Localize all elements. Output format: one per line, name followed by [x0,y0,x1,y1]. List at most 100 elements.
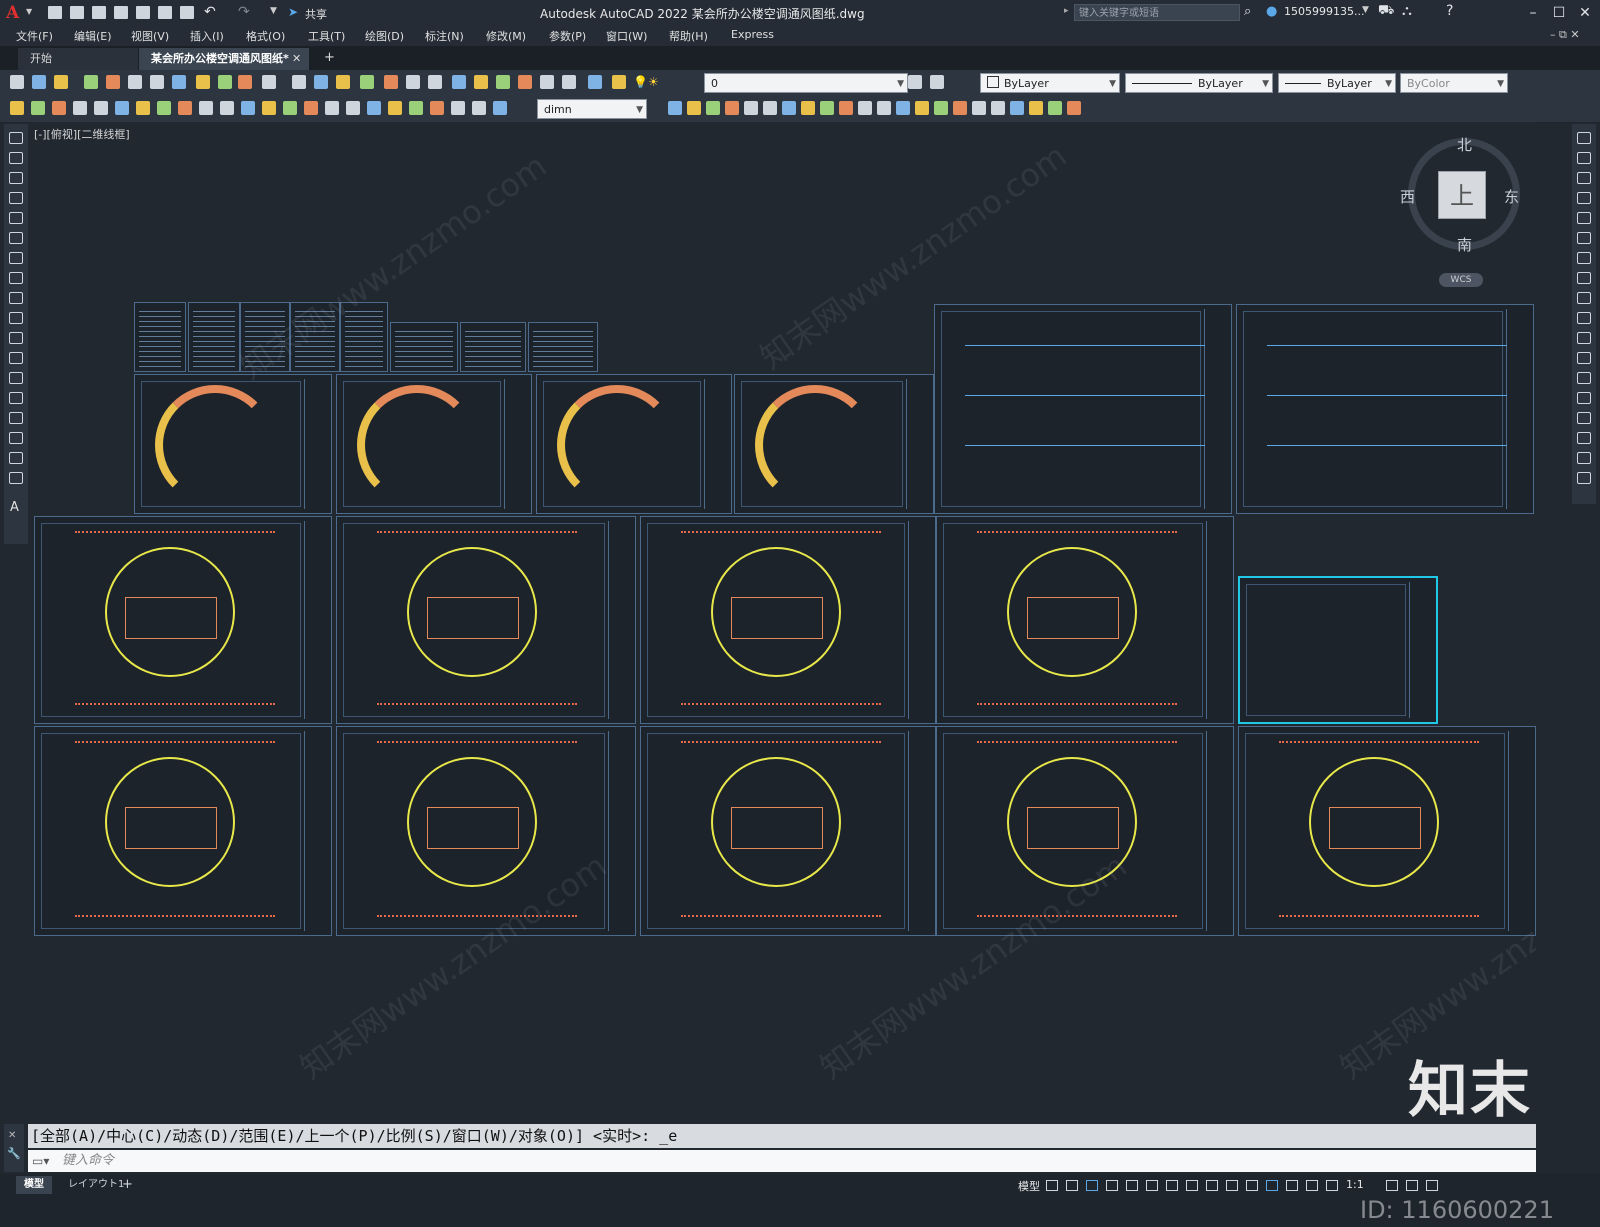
tab-start[interactable]: 开始 [18,48,138,70]
menu-help[interactable]: 帮助(H) [669,28,708,44]
status-toggle-icon[interactable] [1046,1180,1058,1191]
status-toggle-icon[interactable] [1106,1180,1118,1191]
modify-tool-icon[interactable] [1029,101,1043,115]
drawing-sheet[interactable] [290,302,340,372]
status-toggle-icon[interactable] [1406,1180,1418,1191]
modify-tool-icon[interactable] [858,101,872,115]
linetype-dropdown[interactable]: ByLayer ▼ [1125,73,1273,93]
status-toggle-icon[interactable] [1266,1180,1278,1191]
drawing-sheet[interactable] [936,726,1234,936]
toolbar-tool-icon[interactable] [406,75,420,89]
modify-tool-icon[interactable] [725,101,739,115]
toolbar-tool-icon[interactable] [262,75,276,89]
modify-tool-icon[interactable] [782,101,796,115]
redo-icon[interactable]: ↷ [238,4,250,20]
status-toggle-icon[interactable] [1206,1180,1218,1191]
toolbar-tool-icon[interactable] [518,75,532,89]
toolbar-tool-icon[interactable] [360,75,374,89]
tab-model[interactable]: 模型 [16,1176,52,1194]
dimension-tool-icon[interactable] [10,101,24,115]
dimension-tool-icon[interactable] [31,101,45,115]
annotation-scale[interactable]: 1:1 [1346,1178,1364,1191]
toolbar-tool-icon[interactable] [474,75,488,89]
menu-express[interactable]: Express [731,28,774,41]
drawing-sheet[interactable] [528,322,598,372]
save-web-icon[interactable] [158,6,172,19]
status-toggle-icon[interactable] [1166,1180,1178,1191]
modify-tool-icon[interactable] [839,101,853,115]
drawing-sheet[interactable] [390,322,458,372]
modify-tool-icon[interactable] [1048,101,1062,115]
status-toggle-icon[interactable] [1246,1180,1258,1191]
toolbar-tool-icon[interactable] [384,75,398,89]
modify-tool-icon[interactable] [820,101,834,115]
lineweight-dropdown[interactable]: ByLayer ▼ [1278,73,1396,93]
toolbar-tool-icon[interactable] [540,75,554,89]
toolbar-tool-icon[interactable] [452,75,466,89]
dimension-tool-icon[interactable] [304,101,318,115]
draw-tool-icon[interactable] [9,192,23,204]
modify-tool-icon[interactable] [1577,312,1591,324]
menu-edit[interactable]: 编辑(E) [74,28,112,44]
modify-tool-icon[interactable] [687,101,701,115]
command-prompt-icon[interactable]: ▭▾ [32,1150,49,1172]
wrench-icon[interactable]: 🔧 [7,1147,24,1160]
status-toggle-icon[interactable] [1066,1180,1078,1191]
new-tab-icon[interactable]: + [324,50,335,65]
menu-format[interactable]: 格式(O) [246,28,285,44]
dimension-tool-icon[interactable] [367,101,381,115]
toolbar-tool-icon[interactable] [196,75,210,89]
drawing-sheet[interactable] [936,516,1234,724]
drawing-sheet[interactable] [460,322,526,372]
app-menu-chevron-icon[interactable]: ▼ [26,7,32,16]
text-tool-icon[interactable]: A [10,500,19,515]
tab-drawing[interactable]: 某会所办公楼空调通风图纸* [139,48,309,70]
dimension-tool-icon[interactable] [157,101,171,115]
close-tab-icon[interactable]: ✕ [292,52,301,65]
draw-tool-icon[interactable] [9,452,23,464]
draw-tool-icon[interactable] [9,432,23,444]
menu-insert[interactable]: 插入(I) [190,28,224,44]
dimension-tool-icon[interactable] [346,101,360,115]
draw-tool-icon[interactable] [9,252,23,264]
menu-parametric[interactable]: 参数(P) [549,28,586,44]
drawing-sheet[interactable] [340,302,388,372]
toolbar-tool-icon[interactable] [336,75,350,89]
status-toggle-icon[interactable] [1426,1180,1438,1191]
menu-tools[interactable]: 工具(T) [308,28,345,44]
status-toggle-icon[interactable] [1306,1180,1318,1191]
undo-icon[interactable]: ↶ [204,4,216,20]
command-line[interactable]: ▭▾ 键入命令 [28,1150,1536,1172]
dimension-tool-icon[interactable] [115,101,129,115]
dimension-tool-icon[interactable] [493,101,507,115]
drawing-sheet[interactable] [188,302,240,372]
toolbar-tool-icon[interactable] [172,75,186,89]
layer-tool-icon[interactable] [930,75,944,89]
dimension-tool-icon[interactable] [94,101,108,115]
command-grip[interactable]: ✕ 🔧 [4,1124,24,1172]
modify-tool-icon[interactable] [1577,292,1591,304]
toolbar-tool-icon[interactable] [106,75,120,89]
toolbar-tool-icon[interactable] [128,75,142,89]
dimension-tool-icon[interactable] [451,101,465,115]
menu-window[interactable]: 窗口(W) [606,28,647,44]
dimension-tool-icon[interactable] [325,101,339,115]
draw-tool-icon[interactable] [9,212,23,224]
dimension-tool-icon[interactable] [409,101,423,115]
share-icon[interactable]: ➤ [288,5,298,19]
open-file-icon[interactable] [70,6,84,19]
layer-tool-icon[interactable] [908,75,922,89]
close-window-icon[interactable]: ✕ [1574,3,1596,23]
drawing-sheet[interactable] [134,302,186,372]
autodesk-app-icon[interactable]: ⛬ [1402,3,1412,19]
draw-tool-icon[interactable] [9,472,23,484]
drawing-sheet[interactable] [734,374,934,514]
modify-tool-icon[interactable] [877,101,891,115]
modify-tool-icon[interactable] [1577,332,1591,344]
compass-east[interactable]: 东 [1504,186,1519,207]
color-dropdown[interactable]: ByLayer ▼ [980,73,1120,93]
modify-tool-icon[interactable] [1577,372,1591,384]
toolbar-tool-icon[interactable] [54,75,68,89]
modify-tool-icon[interactable] [1577,192,1591,204]
dimension-tool-icon[interactable] [430,101,444,115]
